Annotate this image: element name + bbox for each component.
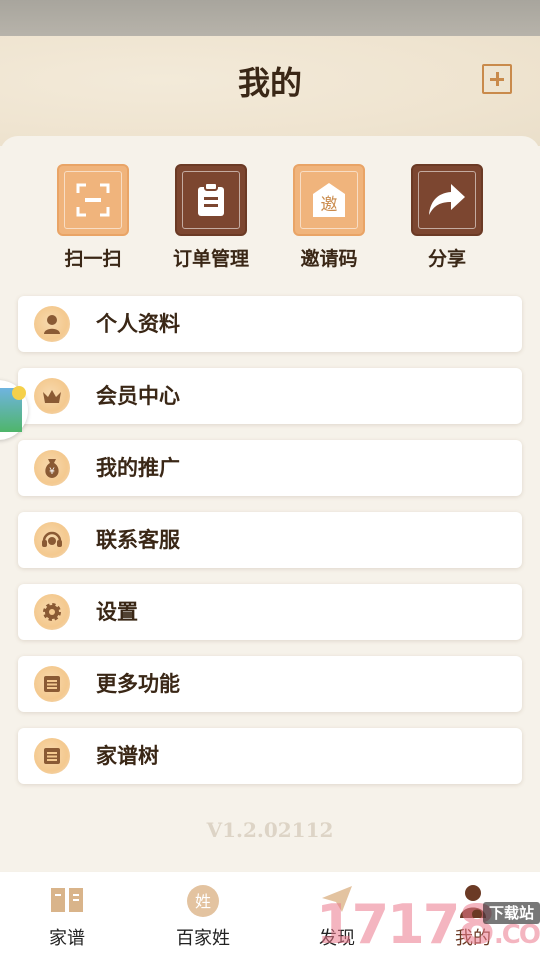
watermark-logo: 17178.COM 下载站: [316, 890, 540, 960]
quick-actions: 扫一扫 订单管理 邀 邀请码 分享: [0, 164, 540, 274]
watermark-badge: 下载站: [482, 902, 540, 924]
list-icon: [34, 738, 70, 774]
menu-item-label: 联系客服: [96, 528, 180, 552]
add-button[interactable]: [482, 64, 512, 94]
orders-tile: [175, 164, 247, 236]
watermark-text: 17178: [316, 893, 496, 956]
watermark-suffix: .COM: [493, 920, 540, 950]
crown-icon: [34, 378, 70, 414]
menu-item-profile[interactable]: 个人资料: [18, 296, 522, 352]
menu-list: 个人资料 会员中心 ¥ 我的推广 联系客服 设置 更多功能 家谱树: [18, 296, 522, 800]
quick-action-invite[interactable]: 邀 邀请码: [274, 164, 384, 271]
menu-item-label: 个人资料: [96, 312, 180, 336]
tab-surnames[interactable]: 姓 百家姓: [148, 884, 258, 950]
share-tile: [411, 164, 483, 236]
tab-label: 家谱: [49, 928, 85, 949]
menu-item-settings[interactable]: 设置: [18, 584, 522, 640]
tab-family-tree[interactable]: 家谱: [12, 884, 122, 950]
quick-action-scan[interactable]: 扫一扫: [38, 164, 148, 271]
header: 我的: [0, 36, 540, 146]
svg-text:姓: 姓: [195, 892, 211, 911]
money-bag-icon: ¥: [34, 450, 70, 486]
page-title: 我的: [237, 64, 302, 102]
quick-action-orders[interactable]: 订单管理: [156, 164, 266, 271]
svg-text:¥: ¥: [49, 467, 55, 477]
menu-item-label: 会员中心: [96, 384, 180, 408]
surname-icon: 姓: [185, 884, 221, 918]
quick-action-label: 分享: [427, 248, 466, 270]
menu-item-label: 更多功能: [96, 672, 180, 696]
scan-tile: [57, 164, 129, 236]
image-icon-sun: [12, 386, 26, 400]
headset-icon: [34, 522, 70, 558]
menu-item-label: 我的推广: [96, 456, 180, 480]
person-icon: [34, 306, 70, 342]
menu-item-membership[interactable]: 会员中心: [18, 368, 522, 424]
menu-item-customer-service[interactable]: 联系客服: [18, 512, 522, 568]
tab-label: 百家姓: [176, 928, 230, 949]
menu-item-more-features[interactable]: 更多功能: [18, 656, 522, 712]
app-version: V1.2.02112: [206, 818, 334, 842]
main-panel: 扫一扫 订单管理 邀 邀请码 分享 个人资料 会员中心 ¥ 我的推广 联系客服 …: [0, 136, 540, 871]
quick-action-label: 扫一扫: [64, 248, 122, 270]
quick-action-label: 邀请码: [300, 248, 358, 270]
list-icon: [34, 666, 70, 702]
invite-tile: 邀: [293, 164, 365, 236]
menu-item-label: 家谱树: [96, 744, 159, 768]
book-icon: [49, 884, 85, 918]
menu-item-promotion[interactable]: ¥ 我的推广: [18, 440, 522, 496]
menu-item-family-tree[interactable]: 家谱树: [18, 728, 522, 784]
quick-action-label: 订单管理: [172, 248, 249, 270]
menu-item-label: 设置: [96, 600, 138, 624]
status-bar: [0, 0, 540, 36]
quick-action-share[interactable]: 分享: [392, 164, 502, 271]
gear-icon: [34, 594, 70, 630]
